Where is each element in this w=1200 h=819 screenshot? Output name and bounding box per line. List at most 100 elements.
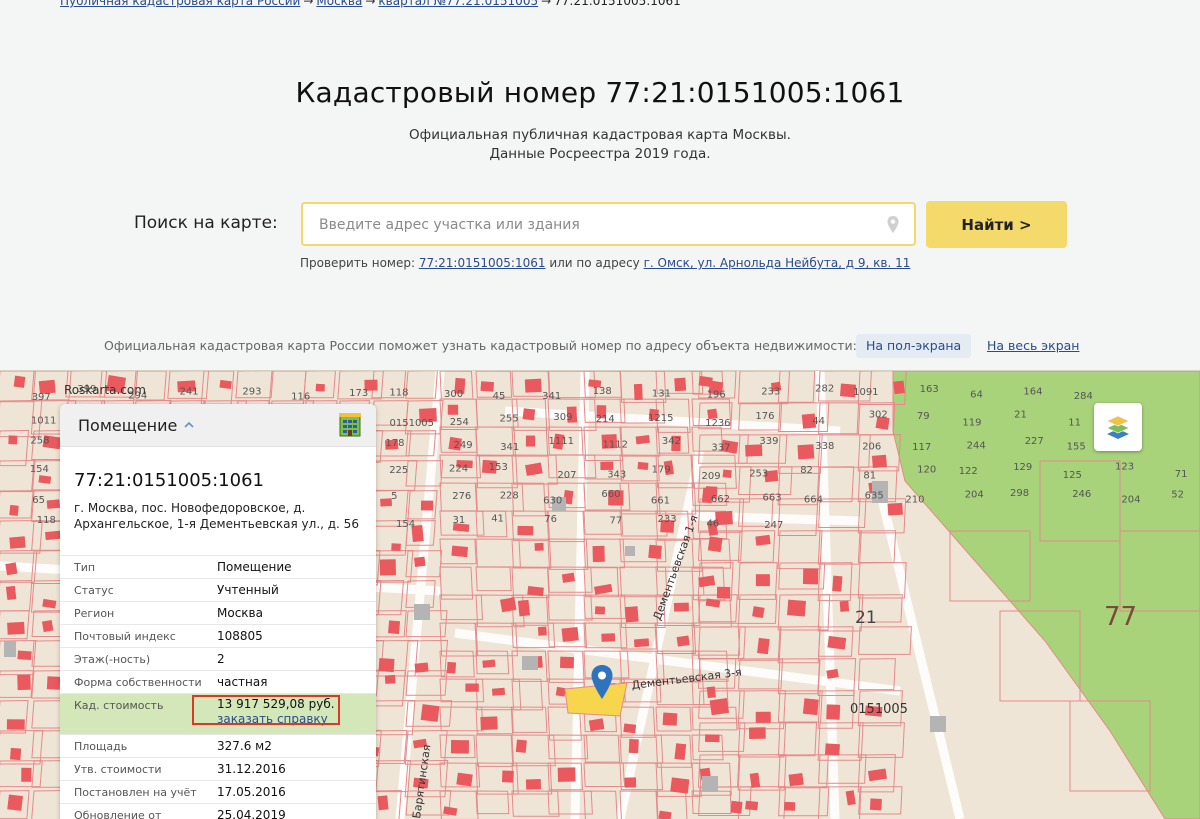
chevron-up-icon[interactable]	[184, 421, 194, 429]
building	[601, 633, 615, 642]
property-row-postcode: Почтовый индекс108805	[60, 624, 376, 647]
parcel-label: 247	[764, 520, 783, 531]
parcel-label: 64	[970, 389, 983, 400]
quarter-label: 0151005	[850, 702, 908, 717]
parcel-label: 244	[967, 441, 986, 452]
half-screen-button[interactable]: На пол-экрана	[856, 334, 971, 358]
property-row-region: РегионМосква	[60, 601, 376, 624]
building	[517, 526, 533, 536]
property-key: Статус	[74, 584, 114, 597]
property-row-cost-approval: Утв. стоимости31.12.2016	[60, 757, 376, 780]
find-button[interactable]: Найти >	[926, 201, 1067, 248]
parcel-label: 228	[500, 490, 519, 501]
layers-icon	[1104, 413, 1132, 441]
building	[391, 543, 401, 551]
parcel-label: 129	[1013, 462, 1032, 473]
check-line: Проверить номер: 77:21:0151005:1061 или …	[300, 256, 910, 270]
building	[745, 801, 758, 811]
property-key: Регион	[74, 607, 114, 620]
panel-title: Помещение	[78, 416, 177, 435]
building	[623, 724, 636, 734]
breadcrumb-separator: →	[365, 0, 375, 8]
cadastral-number: 77:21:0151005:1061	[74, 470, 264, 491]
location-pin-icon	[886, 215, 900, 235]
building	[421, 501, 433, 511]
building	[756, 574, 770, 586]
parcel-label: 258	[30, 435, 49, 446]
parcel-label: 660	[601, 489, 620, 500]
building	[415, 663, 429, 673]
parcel-label: 79	[917, 411, 930, 422]
subtitle-line-1: Официальная публичная кадастровая карта …	[0, 126, 1200, 145]
breadcrumb-link-quarter[interactable]: квартал №77:21:0151005	[378, 0, 538, 8]
parcel-label: 233	[761, 387, 780, 398]
building	[8, 435, 17, 444]
property-key: Почтовый индекс	[74, 630, 176, 643]
check-middle: или по адресу	[549, 256, 639, 270]
property-row-floor: Этаж(-ность) 2	[60, 647, 376, 670]
building	[518, 600, 530, 617]
building	[749, 727, 766, 739]
location-marker-icon[interactable]	[590, 664, 614, 700]
parcel-label: 5	[391, 491, 397, 502]
breadcrumb-link-russia[interactable]: Публичная кадастровая карта России	[60, 0, 300, 8]
building	[757, 638, 770, 654]
search-box[interactable]	[301, 202, 916, 246]
building	[893, 381, 905, 395]
panel-header[interactable]: Помещение	[60, 404, 376, 447]
building	[535, 543, 544, 551]
property-row-ownership: Форма собственностичастная	[60, 670, 376, 693]
parcel-label: 179	[652, 465, 671, 476]
parcel-label: 341	[500, 442, 519, 453]
building	[316, 384, 325, 392]
full-screen-link[interactable]: На весь экран	[987, 338, 1079, 353]
breadcrumb: Публичная кадастровая карта России→Москв…	[60, 0, 681, 8]
building	[803, 569, 818, 585]
building	[502, 770, 514, 782]
building	[38, 475, 51, 484]
building	[708, 536, 723, 552]
property-value: 31.12.2016	[217, 762, 286, 776]
building	[755, 535, 770, 546]
parcel-label: 342	[662, 436, 681, 447]
roskarta-watermark: Roskarta.com	[64, 383, 146, 397]
property-value: 2	[217, 652, 225, 666]
parcel-label: 11	[1068, 417, 1081, 428]
parcel-label: 253	[749, 469, 768, 480]
parcel-label: 176	[755, 411, 774, 422]
example-number-link[interactable]: 77:21:0151005:1061	[419, 256, 546, 270]
parcel-label: 204	[965, 490, 984, 501]
parcel-label: 1091	[853, 387, 878, 398]
parcel-label: 44	[812, 416, 825, 427]
parcel-label: 282	[815, 383, 834, 394]
building	[730, 801, 742, 814]
property-row-area: Площадь327.6 м2	[60, 734, 376, 757]
building	[448, 405, 458, 415]
building	[562, 573, 575, 583]
breadcrumb-link-moscow[interactable]: Москва	[316, 0, 362, 8]
parcel-label: 233	[658, 514, 677, 525]
layers-button[interactable]	[1094, 403, 1142, 451]
property-row-registered: Постановлен на учёт17.05.2016	[60, 780, 376, 803]
building	[723, 470, 732, 478]
parcel-label: 131	[652, 388, 671, 399]
parcel-label: 298	[1010, 488, 1029, 499]
breadcrumb-separator: →	[303, 0, 313, 8]
search-input[interactable]	[317, 204, 881, 246]
parcel-label: 153	[489, 462, 508, 473]
building	[595, 606, 605, 614]
building	[379, 658, 395, 672]
parcel-label: 125	[1063, 470, 1082, 481]
parcel-label: 635	[865, 490, 884, 501]
building	[558, 767, 576, 781]
cadastral-map[interactable]: 3973992942412931161731183004534113813119…	[0, 370, 1200, 819]
building	[634, 384, 643, 400]
check-prefix: Проверить номер:	[300, 256, 415, 270]
building	[562, 627, 579, 642]
parcel-label: 21	[1014, 410, 1027, 421]
building	[677, 635, 690, 646]
building	[380, 559, 396, 575]
property-key: Этаж(-ность)	[74, 653, 150, 666]
example-address-link[interactable]: г. Омск, ул. Арнольда Нейбута, д 9, кв. …	[644, 256, 911, 270]
building-icon	[338, 412, 362, 438]
